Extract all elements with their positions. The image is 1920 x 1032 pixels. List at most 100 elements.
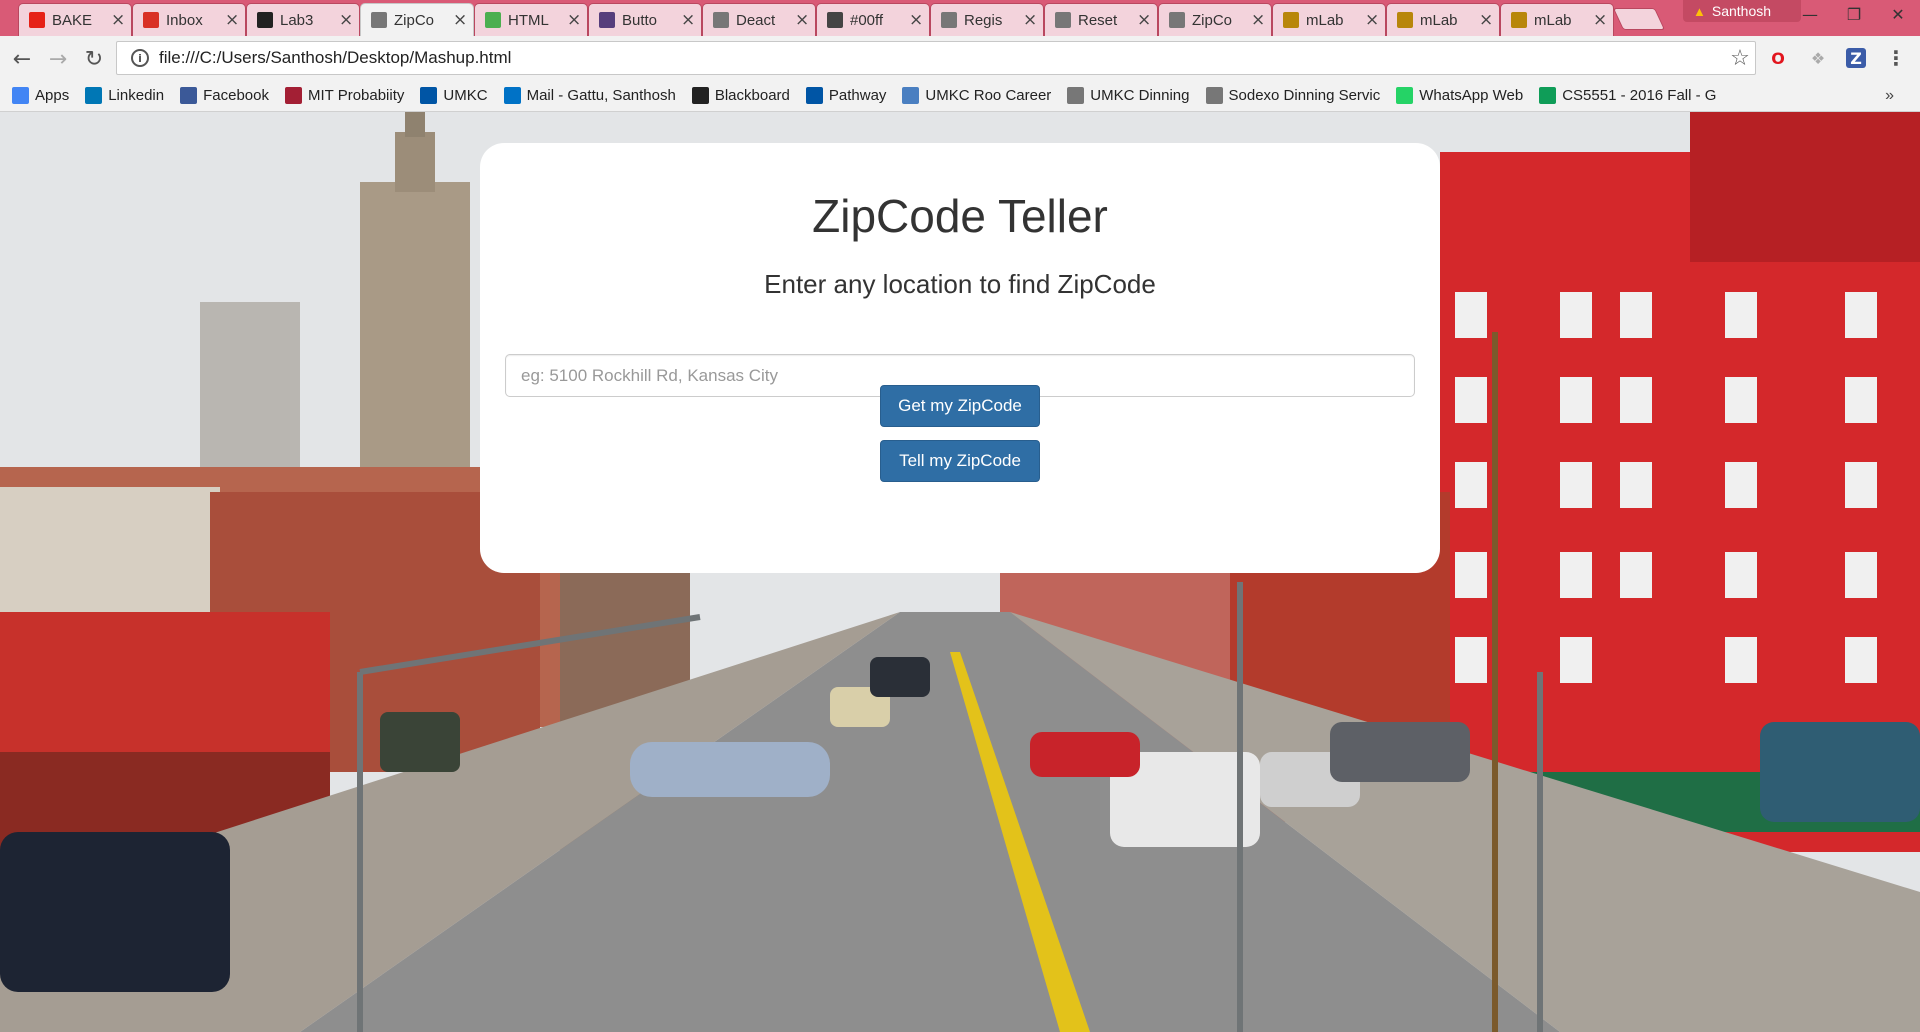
bookmarks-overflow-icon[interactable]: » (1885, 87, 1894, 105)
url-text[interactable]: file:///C:/Users/Santhosh/Desktop/Mashup… (159, 48, 1725, 68)
tab-1[interactable]: Inbox × (132, 3, 246, 36)
tab-6[interactable]: Deact × (702, 3, 816, 36)
new-tab-button[interactable] (1612, 8, 1666, 30)
reload-icon[interactable]: ↻ (80, 45, 108, 73)
page-icon (1205, 87, 1223, 104)
bookmark-item[interactable]: UMKC Roo Career (902, 87, 1051, 104)
back-arrow-icon[interactable]: ← (8, 45, 36, 73)
close-tab-icon[interactable]: × (339, 10, 353, 30)
browser-tab-strip: BAKE × Inbox × Lab3 × ZipCo × HTML × Butto × Deact × #… (0, 0, 1920, 36)
info-icon[interactable]: i (131, 49, 149, 67)
bookmark-label: Apps (35, 87, 70, 104)
page-subtitle: Enter any location to find ZipCode (764, 269, 1156, 299)
roo-career-icon (902, 87, 920, 104)
bookmark-star-icon[interactable]: ☆ (1725, 46, 1755, 71)
page-icon (1067, 87, 1085, 104)
bookmark-label: Facebook (203, 87, 269, 104)
tab-5[interactable]: Butto × (588, 3, 702, 36)
tab-7[interactable]: #00ff × (816, 3, 930, 36)
page-icon (1055, 12, 1071, 28)
minimize-icon[interactable]: — (1788, 0, 1832, 28)
bookmark-item[interactable]: Linkedin (85, 87, 164, 104)
bookmark-item[interactable]: CS5551 - 2016 Fall - G (1539, 87, 1716, 104)
close-tab-icon[interactable]: × (1593, 10, 1607, 30)
tab-3[interactable]: ZipCo × (360, 3, 474, 36)
bookmark-item[interactable]: Mail - Gattu, Santhosh (503, 87, 676, 104)
tab-0[interactable]: BAKE × (18, 3, 132, 36)
close-tab-icon[interactable]: × (1479, 10, 1493, 30)
close-tab-icon[interactable]: × (1251, 10, 1265, 30)
tell-zipcode-button[interactable]: Tell my ZipCode (880, 440, 1040, 482)
tab-title: mLab (1306, 11, 1344, 29)
maximize-icon[interactable]: ❐ (1832, 0, 1876, 28)
close-tab-icon[interactable]: × (453, 10, 467, 30)
extension-puzzle-icon[interactable]: ❖ (1806, 46, 1830, 70)
bookmark-item[interactable]: UMKC (420, 87, 488, 104)
zotero-extension-icon[interactable]: Z (1846, 48, 1866, 68)
close-tab-icon[interactable]: × (795, 10, 809, 30)
outlook-icon (503, 87, 521, 104)
tab-title: BAKE (52, 11, 93, 29)
browser-toolbar: ← → ↻ i file:///C:/Users/Santhosh/Deskto… (0, 36, 1920, 80)
tab-2[interactable]: Lab3 × (246, 3, 360, 36)
page-title: ZipCode Teller (812, 190, 1108, 242)
bookmark-item[interactable]: Sodexo Dinning Servic (1205, 87, 1380, 104)
close-tab-icon[interactable]: × (567, 10, 581, 30)
close-window-icon[interactable]: ✕ (1876, 0, 1920, 28)
gmail-icon (143, 12, 159, 28)
bookmark-label: Blackboard (714, 87, 790, 104)
forward-arrow-icon[interactable]: → (44, 45, 72, 73)
address-bar[interactable]: i file:///C:/Users/Santhosh/Desktop/Mash… (116, 41, 1756, 75)
mlab-icon (1397, 12, 1413, 28)
page-icon (713, 12, 729, 28)
bookmark-item[interactable]: UMKC Dinning (1067, 87, 1190, 104)
close-tab-icon[interactable]: × (1365, 10, 1379, 30)
tab-4[interactable]: HTML × (474, 3, 588, 36)
close-tab-icon[interactable]: × (681, 10, 695, 30)
bookmark-item[interactable]: Pathway (805, 87, 886, 104)
tab-title: ZipCo (394, 11, 435, 29)
tab-title: #00ff (850, 11, 884, 29)
page-icon (371, 12, 387, 28)
close-tab-icon[interactable]: × (909, 10, 923, 30)
profile-button[interactable]: ▲ Santhosh (1683, 0, 1801, 22)
close-tab-icon[interactable]: × (1023, 10, 1037, 30)
bookmark-item[interactable]: Facebook (180, 87, 269, 104)
tab-12[interactable]: mLab × (1386, 3, 1500, 36)
tab-title: ZipCo (1192, 11, 1233, 29)
bookmark-item[interactable]: Apps (12, 87, 69, 104)
close-tab-icon[interactable]: × (1137, 10, 1151, 30)
bookmarks-bar: Apps Linkedin Facebook MIT Probabiity UMKC Ma… (0, 80, 1920, 112)
tab-9[interactable]: Reset × (1044, 3, 1158, 36)
tab-title: Inbox (166, 11, 203, 29)
umkc-icon (420, 87, 438, 104)
tab-title: Reset (1078, 11, 1118, 29)
bookmark-item[interactable]: MIT Probabiity (284, 87, 404, 104)
bookmark-label: UMKC Roo Career (925, 87, 1052, 104)
apps-grid-icon (12, 87, 29, 104)
get-zipcode-button[interactable]: Get my ZipCode (880, 385, 1040, 427)
warning-icon: ▲ (1693, 3, 1706, 19)
bookmark-label: Mail - Gattu, Santhosh (526, 87, 676, 104)
bookmark-item[interactable]: WhatsApp Web (1396, 87, 1523, 104)
tab-11[interactable]: mLab × (1272, 3, 1386, 36)
mit-ocw-icon (284, 87, 302, 104)
bookmark-item[interactable]: Blackboard (691, 87, 790, 104)
menu-kebab-icon[interactable]: ⋮ (1884, 46, 1908, 70)
sheets-icon (1539, 87, 1557, 104)
tab-13[interactable]: mLab × (1500, 3, 1614, 36)
tab-8[interactable]: Regis × (930, 3, 1044, 36)
linkedin-icon (85, 87, 103, 104)
close-tab-icon[interactable]: × (225, 10, 239, 30)
w3schools-icon (485, 12, 501, 28)
github-icon (257, 12, 273, 28)
close-tab-icon[interactable]: × (111, 10, 125, 30)
tab-title: Regis (964, 11, 1003, 29)
umkc-icon (805, 87, 823, 104)
tab-title: Lab3 (280, 11, 314, 29)
tab-10[interactable]: ZipCo × (1158, 3, 1272, 36)
opera-extension-icon[interactable]: O (1766, 46, 1790, 70)
facebook-icon (180, 87, 198, 104)
bookmark-label: Linkedin (108, 87, 165, 104)
page-viewport: ZipCode Teller Enter any location to fin… (0, 112, 1920, 1032)
